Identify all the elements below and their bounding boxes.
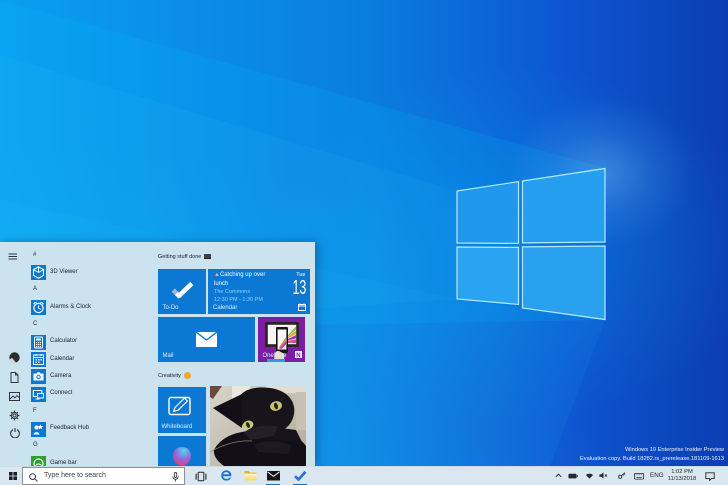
svg-text:N: N bbox=[296, 353, 300, 358]
